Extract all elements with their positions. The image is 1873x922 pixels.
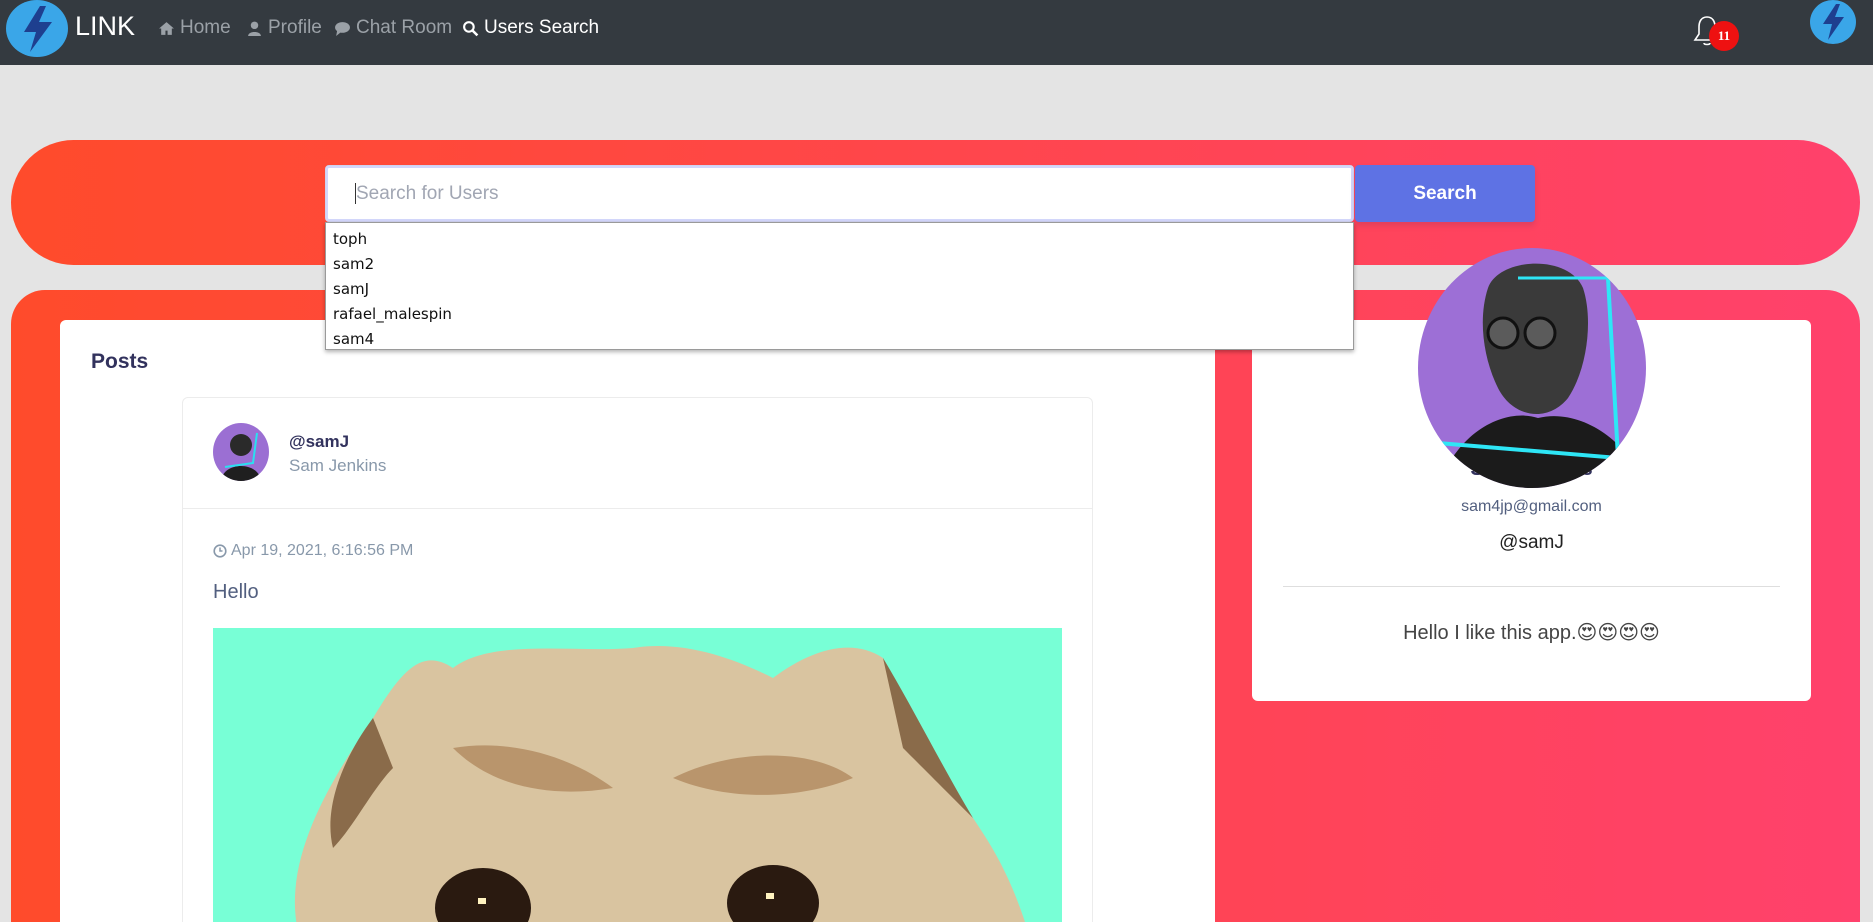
- search-button[interactable]: Search: [1355, 165, 1535, 222]
- post-card: @samJ Sam Jenkins Apr 19, 2021, 6:16:56 …: [182, 397, 1093, 922]
- nav-profile-label: Profile: [268, 17, 322, 38]
- nav-chat-room-label: Chat Room: [356, 17, 453, 38]
- post-author-avatar[interactable]: [213, 423, 269, 481]
- nav-home-label: Home: [180, 17, 231, 38]
- brand-logo[interactable]: [6, 0, 68, 57]
- post-date: Apr 19, 2021, 6:16:56 PM: [213, 542, 413, 560]
- post-text: Hello: [213, 581, 259, 603]
- profile-handle: @samJ: [1499, 532, 1564, 553]
- profile-avatar[interactable]: [1418, 248, 1646, 488]
- brand-name[interactable]: LINK: [75, 11, 135, 42]
- home-icon: [159, 21, 174, 35]
- suggestion-item[interactable]: rafael_malespin: [326, 302, 1353, 327]
- posts-title: Posts: [91, 350, 149, 373]
- text-caret: [355, 183, 356, 204]
- post-image: [213, 628, 1062, 922]
- profile-email: sam4jp@gmail.com: [1461, 498, 1602, 515]
- profile-bio: Hello I like this app.😍😍😍😍: [1403, 622, 1660, 644]
- comment-icon: [335, 21, 350, 36]
- search-input[interactable]: [325, 165, 1354, 222]
- user-avatar[interactable]: [1810, 0, 1856, 44]
- post-author-name: Sam Jenkins: [289, 456, 387, 475]
- nav-users-search[interactable]: Users Search: [462, 17, 599, 39]
- post-date-text: Apr 19, 2021, 6:16:56 PM: [231, 542, 414, 559]
- suggestion-item[interactable]: toph: [326, 227, 1353, 252]
- post-header: @samJ Sam Jenkins: [183, 398, 1092, 509]
- clock-icon: [213, 544, 227, 558]
- search-suggestions-dropdown: toph sam2 samJ rafael_malespin sam4: [325, 222, 1354, 350]
- nav-home[interactable]: Home: [158, 17, 231, 39]
- search-icon: [463, 20, 479, 36]
- navbar: LINK Home Profile Chat Room Users Search…: [0, 0, 1873, 65]
- nav-users-search-label: Users Search: [484, 17, 600, 38]
- suggestion-item[interactable]: sam4: [326, 327, 1353, 352]
- profile-divider: [1283, 586, 1780, 587]
- user-icon: [248, 21, 261, 36]
- nav-chat-room[interactable]: Chat Room: [334, 17, 452, 39]
- notification-badge[interactable]: 11: [1709, 21, 1739, 51]
- suggestion-item[interactable]: sam2: [326, 252, 1353, 277]
- nav-profile[interactable]: Profile: [246, 17, 322, 39]
- suggestion-item[interactable]: samJ: [326, 277, 1353, 302]
- post-author-handle[interactable]: @samJ: [289, 432, 349, 452]
